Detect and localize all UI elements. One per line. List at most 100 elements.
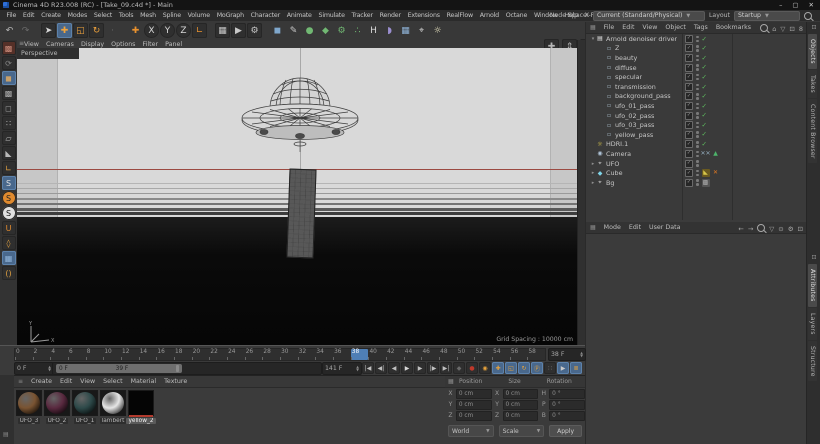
visibility-dots[interactable] xyxy=(696,122,699,129)
xpair-tag-icon[interactable]: ✕✕ xyxy=(702,150,710,158)
magnet-tool-button[interactable]: U xyxy=(2,221,16,235)
coordinate-mode-dropdown[interactable]: World▼ xyxy=(448,425,494,437)
coord-header-rotation[interactable]: Rotation xyxy=(547,378,572,385)
y-axis-lock[interactable]: Y xyxy=(160,23,175,38)
viewport-canvas[interactable]: Y X Perspective Grid Spacing : 10000 cm xyxy=(17,48,577,345)
material-swatch[interactable] xyxy=(128,390,154,416)
coord-value-field[interactable]: 0 cm xyxy=(503,400,539,410)
spline-pen-menu[interactable]: ✎ xyxy=(286,23,301,38)
tab-structure[interactable]: Structure xyxy=(808,341,817,382)
points-mode-button[interactable]: ∷ xyxy=(2,116,16,130)
object-row-cube[interactable]: ▸◆Cube✓◣✕ xyxy=(586,168,807,178)
coord-value-field[interactable]: 0 cm xyxy=(503,411,539,421)
om-link-icon[interactable]: 8 xyxy=(799,25,803,33)
polygons-mode-button[interactable]: ◣ xyxy=(2,146,16,160)
visibility-dots[interactable] xyxy=(696,170,699,177)
visibility-checkbox[interactable]: ✓ xyxy=(685,64,693,72)
om-menu-edit[interactable]: Edit xyxy=(622,24,634,31)
goto-end-button[interactable]: ▶| xyxy=(440,362,452,374)
object-row-bg[interactable]: ▸⌖Bg✓▩ xyxy=(586,178,807,188)
menu-item-mograph[interactable]: MoGraph xyxy=(213,12,247,19)
workplane-mode-button[interactable]: ◻ xyxy=(2,101,16,115)
snap-settings-button[interactable]: S xyxy=(2,206,16,220)
layout-palette-icon[interactable]: ▩ xyxy=(2,41,16,55)
frame-field[interactable]: 0 F ▲▼ xyxy=(14,362,54,375)
edges-mode-button[interactable]: ▱ xyxy=(2,131,16,145)
solo-toggle[interactable]: ≣ xyxy=(570,362,582,374)
material-yellow_2[interactable]: yellow_2 xyxy=(128,390,154,424)
ufo-object[interactable] xyxy=(230,56,370,166)
attr-lock-icon[interactable]: ⊙ xyxy=(778,225,783,233)
coordinates-menu-icon[interactable]: ▦ xyxy=(448,378,454,385)
attr-search-icon[interactable] xyxy=(757,224,765,234)
live-selection-tool[interactable]: ➤ xyxy=(41,23,56,38)
visibility-checkbox[interactable]: ✓ xyxy=(685,44,693,52)
apply-button[interactable]: Apply xyxy=(549,425,582,437)
attr-back-icon[interactable]: ← xyxy=(738,225,743,233)
menu-item-tools[interactable]: Tools xyxy=(115,12,136,19)
preview-range-bar[interactable]: 0 F 39 F xyxy=(56,364,182,373)
tab-objects[interactable]: Objects xyxy=(808,34,817,69)
snap-toggle-button[interactable]: S xyxy=(2,176,16,190)
object-row-transmission[interactable]: ▫transmission✓✓ xyxy=(586,82,807,92)
record-keyframe-button[interactable]: ◆ xyxy=(453,362,465,374)
attr-gear-icon[interactable]: ⚙ xyxy=(788,225,794,233)
menu-item-character[interactable]: Character xyxy=(247,12,283,19)
visibility-checkbox[interactable]: ✓ xyxy=(685,179,693,187)
redo-icon[interactable]: ↷ xyxy=(18,23,33,38)
om-menu-object[interactable]: Object xyxy=(665,24,686,31)
coord-value-field[interactable]: 0 cm xyxy=(456,389,492,399)
tab-layers[interactable]: Layers xyxy=(808,308,817,340)
om-panel-icon[interactable]: ⊡ xyxy=(789,25,794,33)
autokey-button[interactable]: ◉ xyxy=(479,362,491,374)
visibility-dots[interactable] xyxy=(696,160,699,167)
array-menu[interactable]: ◆ xyxy=(318,23,333,38)
orangex-tag-icon[interactable]: ✕ xyxy=(712,169,720,177)
object-row-ufo-02-pass[interactable]: ▫ufo_02_pass✓✓ xyxy=(586,111,807,121)
object-row-z[interactable]: ▫Z✓✓ xyxy=(586,44,807,54)
menu-item-edit[interactable]: Edit xyxy=(20,12,38,19)
mograph-menu[interactable]: ∴ xyxy=(350,23,365,38)
menu-item-animate[interactable]: Animate xyxy=(283,12,315,19)
coordinate-size-dropdown[interactable]: Scale▼ xyxy=(499,425,545,437)
visibility-dots[interactable] xyxy=(696,36,699,43)
menu-item-render[interactable]: Render xyxy=(376,12,404,19)
visibility-checkbox[interactable]: ✓ xyxy=(685,102,693,110)
material-menu-material[interactable]: Material xyxy=(131,378,157,385)
scene-camera-menu[interactable]: ⌖ xyxy=(414,23,429,38)
material-menu-select[interactable]: Select xyxy=(103,378,122,385)
menu-item-tracker[interactable]: Tracker xyxy=(348,12,376,19)
workplane-snap-button[interactable]: ◊ xyxy=(2,236,16,250)
make-editable-button[interactable]: ⟳ xyxy=(2,56,16,70)
goto-start-button[interactable]: |◀ xyxy=(362,362,374,374)
close-button[interactable]: ✕ xyxy=(809,1,814,9)
move-tool[interactable]: ✚ xyxy=(57,23,72,38)
visibility-checkbox[interactable]: ✓ xyxy=(685,92,693,100)
menu-item-volume[interactable]: Volume xyxy=(184,12,213,19)
menu-item-spline[interactable]: Spline xyxy=(159,12,184,19)
object-row-hdri-1[interactable]: ☼HDRI.1✓✓ xyxy=(586,140,807,150)
viewport-menu-display[interactable]: Display xyxy=(81,41,104,48)
attr-menu-user-data[interactable]: User Data xyxy=(649,224,680,231)
range-handle[interactable] xyxy=(176,365,179,372)
object-row-ufo-03-pass[interactable]: ▫ufo_03_pass✓✓ xyxy=(586,120,807,130)
coord-value-field[interactable]: 0 ° xyxy=(549,411,585,421)
object-row-background-pass[interactable]: ▫background_pass✓✓ xyxy=(586,92,807,102)
material-swatch[interactable] xyxy=(100,390,126,416)
menu-item-modes[interactable]: Modes xyxy=(64,12,90,19)
object-row-yellow-pass[interactable]: ▫yellow_pass✓✓ xyxy=(586,130,807,140)
menu-item-simulate[interactable]: Simulate xyxy=(315,12,348,19)
snap-modes-button[interactable]: S xyxy=(2,191,16,205)
visibility-dots[interactable] xyxy=(696,84,699,91)
visibility-checkbox[interactable]: ✓ xyxy=(685,140,693,148)
visibility-checkbox[interactable]: ✓ xyxy=(685,112,693,120)
menu-item-select[interactable]: Select xyxy=(90,12,115,19)
menu-item-create[interactable]: Create xyxy=(38,12,65,19)
coord-value-field[interactable]: 0 cm xyxy=(503,389,539,399)
grid-snap-button[interactable]: ▦ xyxy=(2,251,16,265)
palette-toggle-icon[interactable]: ▤ xyxy=(3,431,9,438)
object-row-camera[interactable]: ◉Camera✓✕✕▲ xyxy=(586,149,807,159)
visibility-dots[interactable] xyxy=(696,55,699,62)
next-frame-button[interactable]: ▶ xyxy=(414,362,426,374)
timeline-ruler[interactable]: 0246810121416182022242628303234363840424… xyxy=(14,348,546,361)
